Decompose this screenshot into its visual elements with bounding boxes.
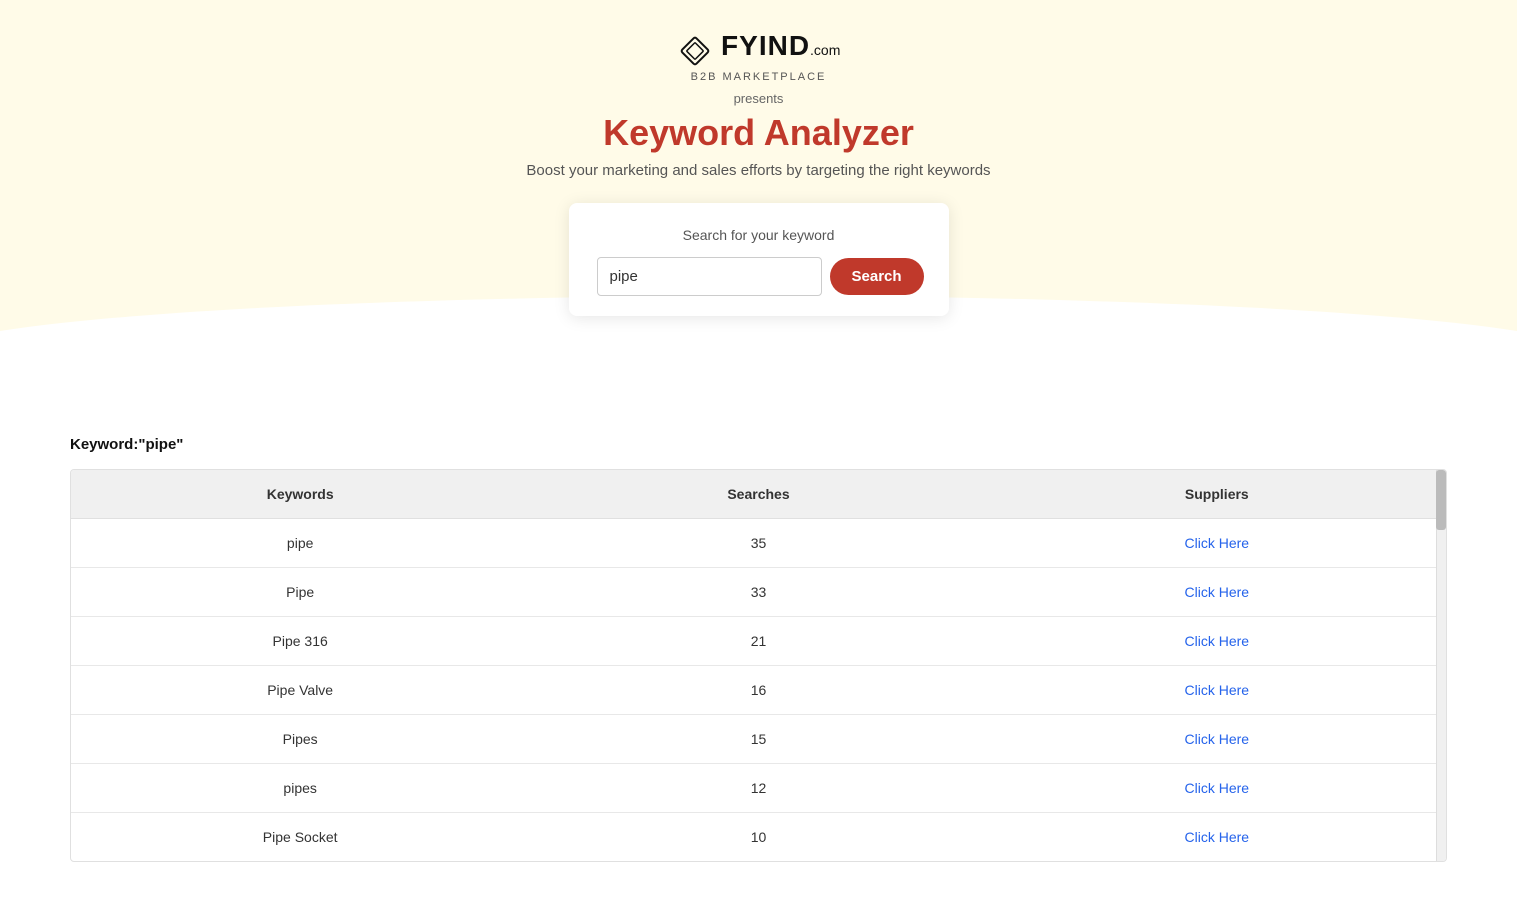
table-row: Pipes15 Click Here: [71, 714, 1446, 763]
table-row: Pipe 31621 Click Here: [71, 616, 1446, 665]
col-header-suppliers: Suppliers: [988, 470, 1446, 519]
scrollbar-track[interactable]: [1436, 470, 1446, 861]
col-header-searches: Searches: [529, 470, 987, 519]
logo-text: FYIND: [721, 30, 810, 61]
search-card: Search for your keyword Search: [569, 203, 949, 316]
cell-suppliers: Click Here: [988, 665, 1446, 714]
hero-section: FYIND.com B2B marketplace presents Keywo…: [0, 0, 1517, 396]
cell-suppliers: Click Here: [988, 518, 1446, 567]
table-row: Pipe Socket10 Click Here: [71, 812, 1446, 861]
cell-suppliers: Click Here: [988, 763, 1446, 812]
cell-suppliers: Click Here: [988, 714, 1446, 763]
cell-searches: 12: [529, 763, 987, 812]
results-section: Keyword:"pipe" Keywords Searches Supplie…: [0, 396, 1517, 902]
table-row: pipe35 Click Here: [71, 518, 1446, 567]
logo-area: FYIND.com B2B marketplace: [20, 30, 1497, 83]
click-here-link[interactable]: Click Here: [1185, 633, 1250, 649]
table-header-row: Keywords Searches Suppliers: [71, 470, 1446, 519]
cell-searches: 10: [529, 812, 987, 861]
cell-searches: 21: [529, 616, 987, 665]
results-table: Keywords Searches Suppliers pipe35 Click …: [71, 470, 1446, 861]
logo-tagline: B2B marketplace: [20, 71, 1497, 83]
click-here-link[interactable]: Click Here: [1185, 682, 1250, 698]
cell-keyword: Pipe Socket: [71, 812, 529, 861]
scrollbar-thumb[interactable]: [1436, 470, 1446, 530]
cell-keyword: Pipe: [71, 567, 529, 616]
search-card-label: Search for your keyword: [597, 227, 921, 243]
results-table-wrapper: Keywords Searches Suppliers pipe35 Click …: [70, 469, 1447, 862]
page-title: Keyword Analyzer: [20, 112, 1497, 154]
search-button[interactable]: Search: [830, 258, 924, 295]
table-row: Pipe33 Click Here: [71, 567, 1446, 616]
click-here-link[interactable]: Click Here: [1185, 731, 1250, 747]
cell-keyword: Pipe 316: [71, 616, 529, 665]
cell-keyword: pipe: [71, 518, 529, 567]
cell-searches: 33: [529, 567, 987, 616]
cell-keyword: Pipe Valve: [71, 665, 529, 714]
cell-searches: 16: [529, 665, 987, 714]
col-header-keywords: Keywords: [71, 470, 529, 519]
table-row: Pipe Valve16 Click Here: [71, 665, 1446, 714]
keyword-label: Keyword:"pipe": [70, 436, 1447, 453]
logo-com: .com: [810, 42, 840, 58]
click-here-link[interactable]: Click Here: [1185, 780, 1250, 796]
cell-suppliers: Click Here: [988, 567, 1446, 616]
click-here-link[interactable]: Click Here: [1185, 829, 1250, 845]
logo-icon: [677, 33, 713, 69]
table-row: pipes12 Click Here: [71, 763, 1446, 812]
cell-keyword: Pipes: [71, 714, 529, 763]
presents-text: presents: [20, 91, 1497, 106]
click-here-link[interactable]: Click Here: [1185, 584, 1250, 600]
click-here-link[interactable]: Click Here: [1185, 535, 1250, 551]
search-row: Search: [597, 257, 921, 296]
page-subtitle: Boost your marketing and sales efforts b…: [20, 162, 1497, 179]
search-input[interactable]: [597, 257, 822, 296]
cell-searches: 15: [529, 714, 987, 763]
cell-keyword: pipes: [71, 763, 529, 812]
cell-suppliers: Click Here: [988, 812, 1446, 861]
cell-suppliers: Click Here: [988, 616, 1446, 665]
cell-searches: 35: [529, 518, 987, 567]
